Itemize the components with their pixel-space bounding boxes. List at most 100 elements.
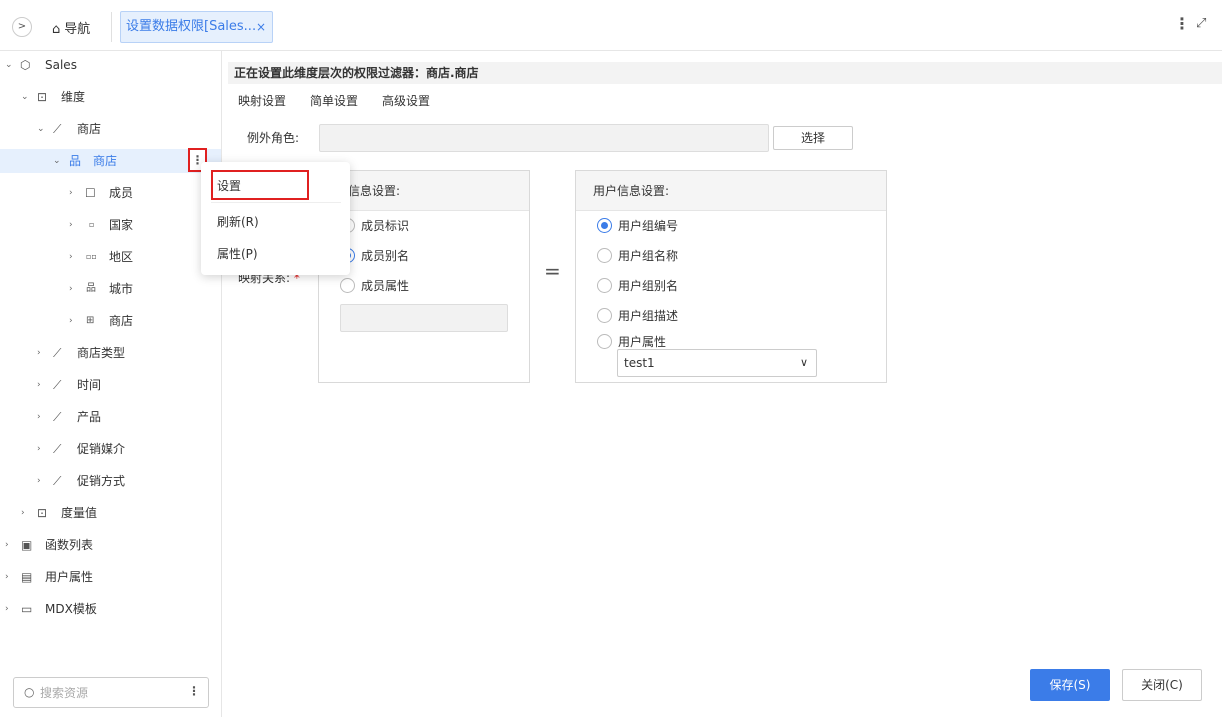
close-button[interactable]: 关闭(C)	[1122, 669, 1202, 701]
radio-button[interactable]	[597, 308, 612, 323]
top-bar: > ⌂ 导航 设置数据权限[Sales... × ⋮ ⤢	[0, 0, 1222, 51]
tree-item-label: 度量值	[61, 506, 98, 520]
tree-item-label: 成员	[109, 186, 134, 200]
tree-item-label: 商店	[109, 314, 134, 328]
tree-item-member[interactable]: › ☐ 成员	[0, 181, 221, 205]
radio-button[interactable]	[340, 278, 355, 293]
member-attribute-field[interactable]	[340, 304, 508, 332]
chevron-right-icon[interactable]: ›	[69, 245, 73, 269]
tree-item-label: 维度	[61, 90, 86, 104]
tab-mapping[interactable]: 映射设置	[238, 92, 286, 110]
chevron-right-icon[interactable]: ›	[69, 213, 73, 237]
chevron-right-icon[interactable]: ›	[37, 373, 41, 397]
tree-item-label: 商店	[77, 122, 102, 136]
radio-button[interactable]	[597, 248, 612, 263]
tab-label: 设置数据权限[Sales...	[126, 19, 257, 34]
chevron-down-icon[interactable]: ⌄	[53, 149, 61, 173]
tab-data-permission[interactable]: 设置数据权限[Sales... ×	[120, 11, 273, 43]
menu-item-properties[interactable]: 属性(P)	[217, 245, 258, 262]
tree-item-label: 促销媒介	[77, 442, 126, 456]
chevron-right-icon[interactable]: ›	[37, 405, 41, 429]
save-button[interactable]: 保存(S)	[1030, 669, 1110, 701]
radio-label: 用户组编号	[618, 219, 679, 233]
radio-button[interactable]	[597, 218, 612, 233]
divider	[211, 202, 341, 203]
tree-item-store-level[interactable]: › ⊞ 商店	[0, 309, 221, 333]
context-menu: 设置 刷新(R) 属性(P)	[201, 162, 350, 275]
hierarchy-chart-icon: ⟋	[53, 378, 62, 392]
org-tree-icon: 品	[69, 154, 82, 168]
panel-title: 度信息设置:	[319, 171, 529, 211]
page-title: 正在设置此维度层次的权限过滤器：商店.商店	[228, 62, 1222, 84]
chevron-right-icon[interactable]: ›	[5, 533, 9, 557]
search-input[interactable]	[40, 683, 190, 703]
radio-button[interactable]	[597, 334, 612, 349]
radio-label: 用户组别名	[618, 279, 679, 293]
tree-item-label: 商店	[93, 154, 118, 168]
tree-item-label: 促销方式	[77, 474, 126, 488]
exception-role-label: 例外角色:	[247, 131, 300, 145]
tree-item-country[interactable]: › ▫ 国家	[0, 213, 221, 237]
expand-sidebar-button[interactable]: >	[12, 17, 32, 37]
tab-simple[interactable]: 简单设置	[310, 92, 358, 110]
chevron-down-icon[interactable]: ⌄	[5, 53, 13, 77]
tree-item-label: Sales	[45, 58, 77, 72]
radio-label: 用户组名称	[618, 249, 679, 263]
chevron-right-icon[interactable]: ›	[5, 565, 9, 589]
radio-button[interactable]	[597, 278, 612, 293]
chevron-down-icon[interactable]: ⌄	[37, 117, 45, 141]
tree-item-measures[interactable]: › ⊡ 度量值	[0, 501, 221, 525]
tree-item-mdx[interactable]: › ▭ MDX模板	[0, 597, 221, 621]
maximize-icon[interactable]: ⤢	[1196, 16, 1206, 31]
chevron-right-icon[interactable]: ›	[37, 469, 41, 493]
tree-item-label: 地区	[109, 250, 134, 264]
radio-label: 用户组描述	[618, 309, 679, 323]
menu-item-settings[interactable]: 设置	[217, 177, 241, 194]
tree-item-time[interactable]: › ⟋ 时间	[0, 373, 221, 397]
hierarchy-chart-icon: ⟋	[53, 474, 62, 488]
chevron-right-icon[interactable]: ›	[37, 437, 41, 461]
chevron-right-icon[interactable]: ›	[69, 277, 73, 301]
tree-item-user-attr[interactable]: › ▤ 用户属性	[0, 565, 221, 589]
chevron-down-icon[interactable]: ⌄	[21, 85, 29, 109]
tree-item-store-type[interactable]: › ⟋ 商店类型	[0, 341, 221, 365]
tree-item-functions[interactable]: › ▣ 函数列表	[0, 533, 221, 557]
level-three-icon: 品	[86, 283, 96, 294]
radio-label: 成员别名	[361, 249, 410, 263]
main-content: 正在设置此维度层次的权限过滤器：商店.商店 映射设置 简单设置 高级设置 例外角…	[222, 51, 1222, 717]
equals-sign: =	[544, 259, 561, 283]
panel-title: 用户信息设置:	[576, 171, 886, 211]
tree-item-label: 商店类型	[77, 346, 126, 360]
tree-item-store-dim[interactable]: ⌄ ⟋ 商店	[0, 117, 221, 141]
menu-item-refresh[interactable]: 刷新(R)	[217, 213, 259, 230]
tree-item-city[interactable]: › 品 城市	[0, 277, 221, 301]
hierarchy-chart-icon: ⟋	[53, 122, 62, 136]
tree-item-label: MDX模板	[45, 602, 97, 616]
tree-item-label: 产品	[77, 410, 102, 424]
tree-item-dimension[interactable]: ⌄ ⊡ 维度	[0, 85, 221, 109]
close-icon[interactable]: ×	[256, 12, 266, 42]
chevron-right-icon[interactable]: ›	[69, 309, 73, 333]
choose-button[interactable]: 选择	[773, 126, 853, 150]
tab-advanced[interactable]: 高级设置	[382, 92, 430, 110]
level-one-icon: ▫	[89, 220, 95, 229]
chevron-right-icon[interactable]: ›	[21, 501, 25, 525]
exception-role-field[interactable]	[319, 124, 769, 152]
more-icon[interactable]: ⋮	[188, 684, 200, 698]
tree-item-sales[interactable]: ⌄ ⬡ Sales	[0, 53, 221, 77]
radio-label: 成员属性	[361, 279, 410, 293]
level-four-icon: ⊞	[86, 315, 95, 326]
tree-item-promo-media[interactable]: › ⟋ 促销媒介	[0, 437, 221, 461]
nav-home-link[interactable]: ⌂ 导航	[52, 18, 90, 37]
tree-item-product[interactable]: › ⟋ 产品	[0, 405, 221, 429]
tree-item-promo-method[interactable]: › ⟋ 促销方式	[0, 469, 221, 493]
tree-item-region[interactable]: › ▫▫ 地区	[0, 245, 221, 269]
radio-label: 成员标识	[361, 219, 410, 233]
more-icon[interactable]: ⋮	[1174, 14, 1190, 33]
chevron-right-icon[interactable]: ›	[5, 597, 9, 621]
measure-icon: ⊡	[37, 506, 48, 520]
chevron-right-icon[interactable]: ›	[69, 181, 73, 205]
chevron-right-icon[interactable]: ›	[37, 341, 41, 365]
tree-item-label: 国家	[109, 218, 134, 232]
user-attribute-select[interactable]: test1 ∨	[617, 349, 817, 377]
